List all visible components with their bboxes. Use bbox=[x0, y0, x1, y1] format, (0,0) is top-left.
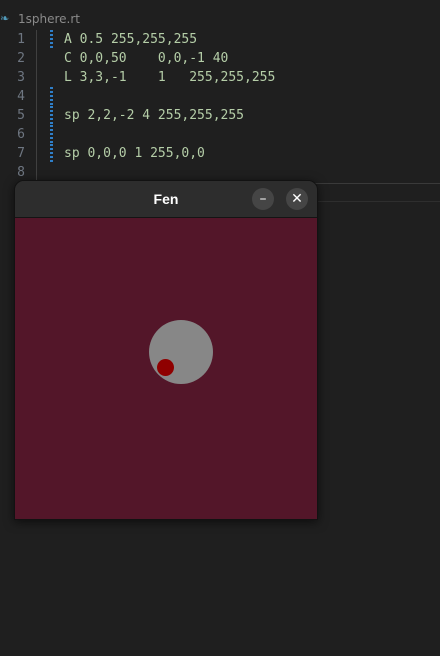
modified-gutter-marker bbox=[50, 87, 53, 106]
code-line: 2 C 0,0,50 0,0,-1 40 bbox=[0, 49, 440, 68]
indent-guide bbox=[36, 49, 37, 68]
line-number: 5 bbox=[17, 108, 25, 123]
gray-sphere bbox=[149, 320, 213, 384]
indent-guide bbox=[36, 87, 37, 106]
close-button[interactable]: ✕ bbox=[286, 188, 308, 210]
minimize-button[interactable]: – bbox=[252, 188, 274, 210]
code-area[interactable]: 1 A 0.5 255,255,255 2 C 0,0,50 0,0,-1 40… bbox=[0, 30, 440, 182]
editor-tab-bar: ❧ 1sphere.rt bbox=[0, 0, 440, 30]
code-text: A 0.5 255,255,255 bbox=[64, 32, 198, 47]
line-number: 3 bbox=[17, 70, 25, 85]
code-line: 4 bbox=[0, 87, 440, 106]
line-number: 1 bbox=[17, 32, 25, 47]
indent-guide bbox=[36, 144, 37, 163]
indent-guide bbox=[36, 68, 37, 87]
code-text: sp 0,0,0 1 255,0,0 bbox=[64, 146, 205, 161]
line-number: 6 bbox=[17, 127, 25, 142]
indent-guide bbox=[36, 106, 37, 125]
code-line: 7 sp 0,0,0 1 255,0,0 bbox=[0, 144, 440, 163]
code-text: L 3,3,-1 1 255,255,255 bbox=[64, 70, 276, 85]
line-number: 2 bbox=[17, 51, 25, 66]
editor-divider bbox=[315, 201, 440, 202]
modified-gutter-marker bbox=[50, 30, 53, 49]
modified-gutter-marker bbox=[50, 144, 53, 163]
line-number: 7 bbox=[17, 146, 25, 161]
line-number: 8 bbox=[17, 165, 25, 180]
red-sphere bbox=[157, 359, 174, 376]
code-text: sp 2,2,-2 4 255,255,255 bbox=[64, 108, 245, 123]
modified-gutter-marker bbox=[50, 125, 53, 144]
code-text: C 0,0,50 0,0,-1 40 bbox=[64, 51, 229, 66]
code-line: 6 bbox=[0, 125, 440, 144]
scene-file-icon: ❧ bbox=[0, 12, 10, 25]
render-window: Fen – ✕ bbox=[14, 180, 318, 520]
editor-divider bbox=[315, 183, 440, 184]
modified-gutter-marker bbox=[50, 106, 53, 125]
tab-filename: 1sphere.rt bbox=[18, 12, 80, 26]
code-line: 5 sp 2,2,-2 4 255,255,255 bbox=[0, 106, 440, 125]
window-titlebar[interactable]: Fen – ✕ bbox=[15, 181, 317, 218]
line-number: 4 bbox=[17, 89, 25, 104]
render-canvas bbox=[15, 218, 317, 519]
code-line: 1 A 0.5 255,255,255 bbox=[0, 30, 440, 49]
indent-guide bbox=[36, 30, 37, 49]
editor-tab[interactable]: ❧ 1sphere.rt bbox=[0, 8, 80, 30]
indent-guide bbox=[36, 125, 37, 144]
code-line: 3 L 3,3,-1 1 255,255,255 bbox=[0, 68, 440, 87]
